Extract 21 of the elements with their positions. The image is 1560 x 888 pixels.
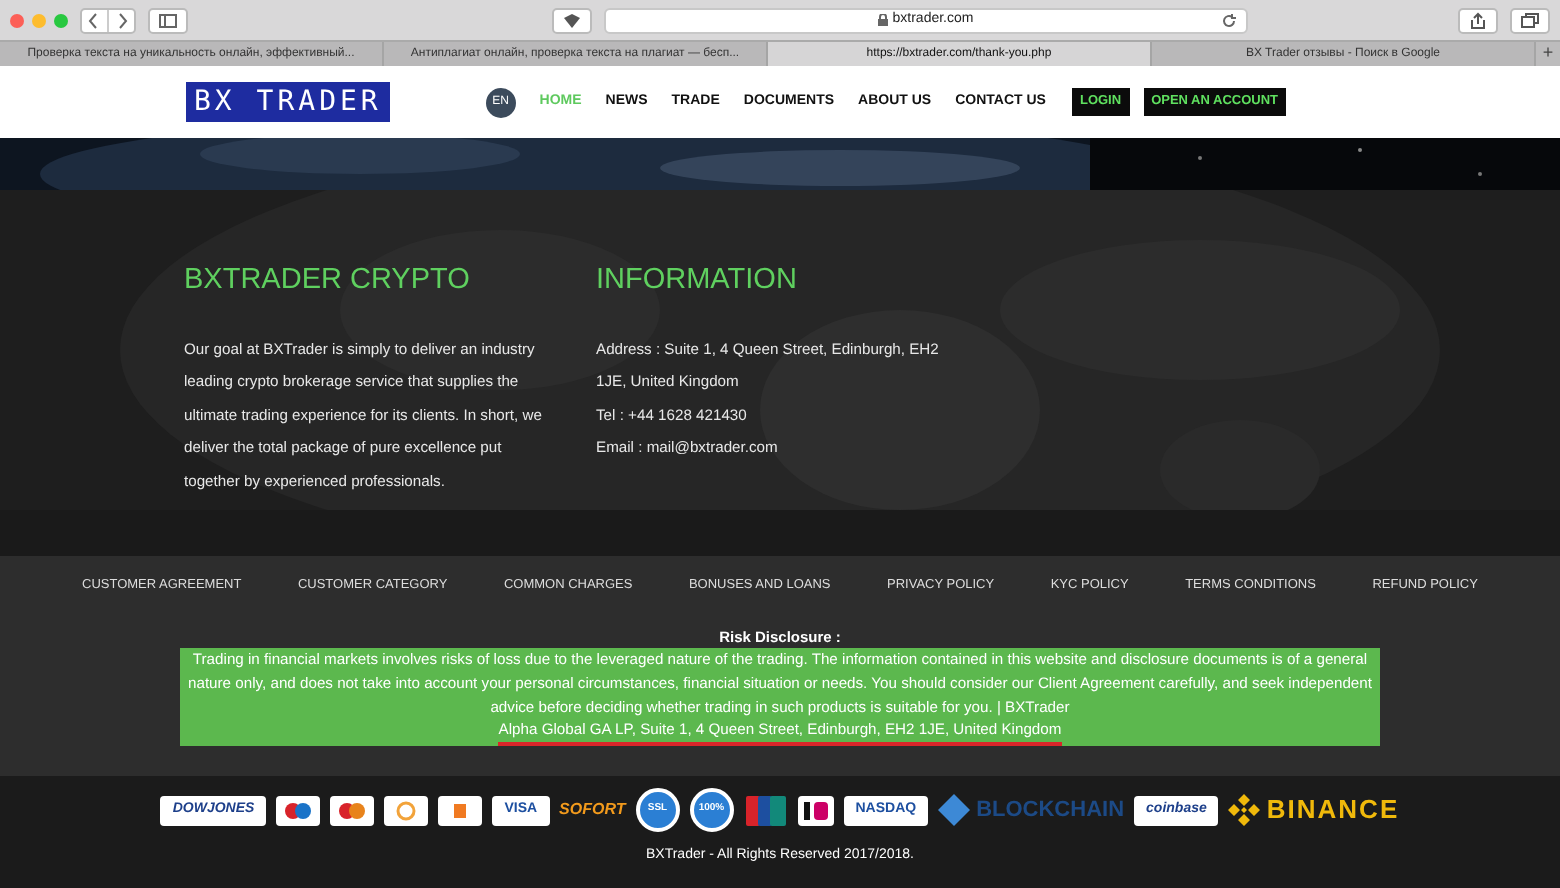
section-heading: BXTRADER CRYPTO <box>184 262 472 300</box>
new-tab-button[interactable]: + <box>1536 42 1560 66</box>
back-button[interactable] <box>80 7 136 33</box>
card-logo <box>330 795 375 825</box>
diamond-icon <box>938 794 971 826</box>
sidebar-button[interactable] <box>148 7 188 33</box>
bx-trader-logo[interactable]: BX TRADER <box>186 82 390 122</box>
ideal-logo <box>797 795 834 825</box>
binance-icon <box>1228 794 1261 826</box>
brand-text: BINANCE <box>1266 792 1400 829</box>
share-button[interactable] <box>1458 7 1498 33</box>
tabs-button[interactable] <box>1510 7 1550 33</box>
sofort-logo: SOFORT <box>559 798 626 822</box>
ring-logo <box>384 795 429 825</box>
reload-icon[interactable] <box>1222 13 1236 27</box>
section-heading: INFORMATION <box>596 262 799 300</box>
card-logo <box>276 795 321 825</box>
lock-icon <box>878 14 889 26</box>
shield-button[interactable] <box>552 7 592 33</box>
unionpay-logo <box>743 795 788 825</box>
brand-text: BLOCKCHAIN <box>976 795 1125 826</box>
